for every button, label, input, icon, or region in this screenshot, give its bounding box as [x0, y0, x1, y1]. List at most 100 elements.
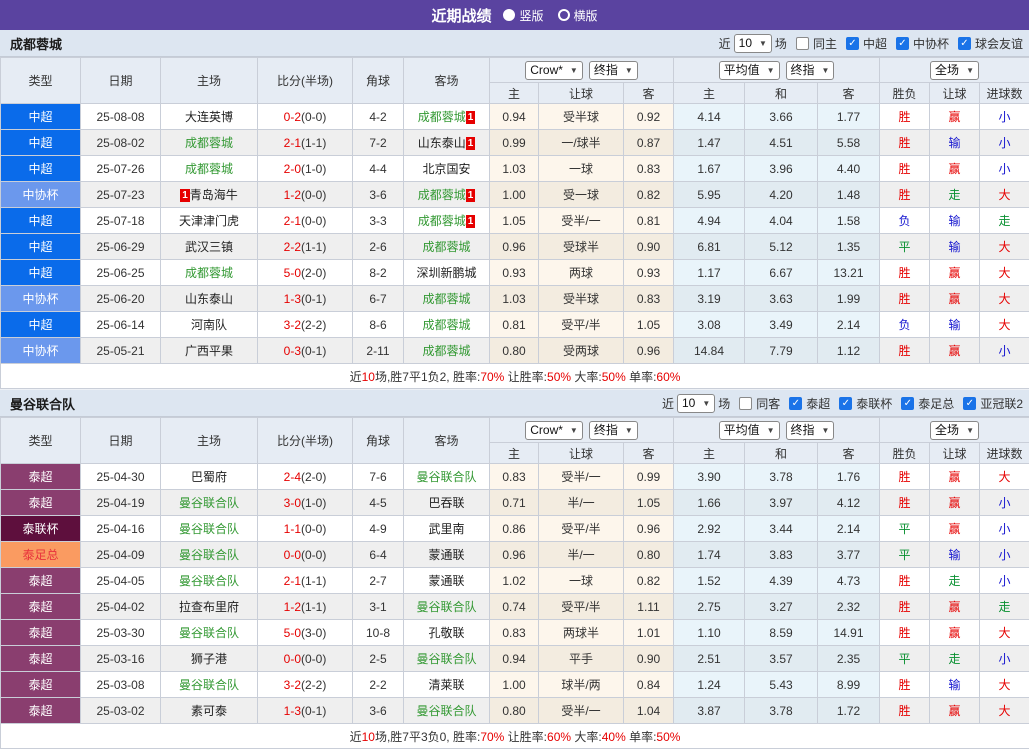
average-select[interactable]: 平均值▼ [719, 421, 780, 440]
team-section: 成都蓉城近10▼场同主✓中超✓中协杯✓球会友谊类型日期主场比分(半场)角球客场C… [0, 30, 1029, 390]
avg-stage-select[interactable]: 终指▼ [786, 421, 835, 440]
match-row: 中超25-08-02成都蓉城2-1(1-1)7-2山东泰山10.99一/球半0.… [1, 130, 1029, 156]
match-row: 中协杯25-05-21广西平果0-3(0-1)2-11成都蓉城0.80受两球0.… [1, 338, 1029, 364]
column-header: 让球 [930, 83, 980, 104]
halftime-score: (0-1) [301, 292, 326, 306]
team-label: 清莱联 [428, 678, 464, 692]
match-date: 25-03-30 [81, 620, 161, 646]
score-cell: 1-2(1-1) [258, 594, 353, 620]
match-row: 泰超25-04-02拉查布里府1-2(1-1)3-1曼谷联合队0.74受平/半1… [1, 594, 1029, 620]
avg-draw: 3.78 [745, 464, 818, 490]
away-team: 蒙通联 [404, 542, 490, 568]
corner-cell: 2-11 [353, 338, 404, 364]
corner-cell: 8-2 [353, 260, 404, 286]
match-count-select[interactable]: 10▼ [677, 394, 715, 413]
league-type-cell: 泰足总 [1, 542, 81, 568]
layout-radio-0[interactable]: 竖版 [503, 7, 543, 24]
odds-handicap: 受两球 [539, 338, 624, 364]
filter-checkbox-label: 中协杯 [913, 35, 949, 52]
match-count-select[interactable]: 10▼ [734, 34, 772, 53]
results-table: 类型日期主场比分(半场)角球客场Crow*▼终指▼平均值▼终指▼全场▼主让球客主… [0, 57, 1029, 389]
result-outcome: 胜 [880, 698, 930, 724]
filter-checkbox[interactable] [796, 37, 809, 50]
corner-cell: 10-8 [353, 620, 404, 646]
result-outcome: 胜 [880, 338, 930, 364]
chevron-down-icon: ▼ [966, 63, 974, 78]
bookmaker-select[interactable]: Crow*▼ [525, 421, 583, 440]
match-row: 中超25-07-18天津津门虎2-1(0-0)3-3成都蓉城11.05受半/一0… [1, 208, 1029, 234]
filter-checkbox[interactable]: ✓ [839, 397, 852, 410]
score-cell: 1-1(0-0) [258, 516, 353, 542]
select-value: Crow* [530, 423, 563, 438]
away-team: 成都蓉城1 [404, 208, 490, 234]
result-outcome: 胜 [880, 490, 930, 516]
avg-stage-select[interactable]: 终指▼ [786, 61, 835, 80]
filter-checkbox[interactable]: ✓ [846, 37, 859, 50]
avg-home: 1.52 [674, 568, 745, 594]
result-handicap: 走 [930, 646, 980, 672]
odds-away: 1.01 [624, 620, 674, 646]
league-type-cell: 泰超 [1, 672, 81, 698]
filter-checkbox[interactable]: ✓ [958, 37, 971, 50]
page-title: 近期战绩 [431, 5, 491, 26]
corner-cell: 7-6 [353, 464, 404, 490]
layout-radio-1[interactable]: 横版 [558, 7, 598, 24]
away-team: 成都蓉城1 [404, 182, 490, 208]
filter-checkbox[interactable]: ✓ [963, 397, 976, 410]
away-team: 北京国安 [404, 156, 490, 182]
avg-draw: 4.51 [745, 130, 818, 156]
filter-checkbox[interactable] [739, 397, 752, 410]
league-type-cell: 中超 [1, 234, 81, 260]
result-outcome: 胜 [880, 594, 930, 620]
match-date: 25-05-21 [81, 338, 161, 364]
odds-away: 0.82 [624, 182, 674, 208]
avg-away: 14.91 [818, 620, 880, 646]
match-row: 泰超25-04-30巴蜀府2-4(2-0)7-6曼谷联合队0.83受半/一0.9… [1, 464, 1029, 490]
filter-bar: 近10▼场同客✓泰超✓泰联杯✓泰足总✓亚冠联2 [662, 394, 1023, 413]
odds-stage-select[interactable]: 终指▼ [589, 421, 638, 440]
team-name: 曼谷联合队 [6, 394, 75, 413]
period-select[interactable]: 全场▼ [930, 421, 979, 440]
fulltime-score: 2-4 [284, 470, 301, 484]
odds-stage-select[interactable]: 终指▼ [589, 61, 638, 80]
home-team: 天津津门虎 [161, 208, 258, 234]
team-label: 巴蜀府 [191, 470, 227, 484]
match-row: 泰超25-03-08曼谷联合队3-2(2-2)2-2清莱联1.00球半/两0.8… [1, 672, 1029, 698]
halftime-score: (1-1) [301, 574, 326, 588]
bookmaker-select[interactable]: Crow*▼ [525, 61, 583, 80]
filter-checkbox[interactable]: ✓ [901, 397, 914, 410]
result-goals: 大 [980, 234, 1029, 260]
average-select[interactable]: 平均值▼ [719, 61, 780, 80]
away-team: 孔敬联 [404, 620, 490, 646]
result-handicap: 赢 [930, 286, 980, 312]
red-card-badge: 1 [466, 189, 476, 202]
odds-handicap: 受球半 [539, 234, 624, 260]
filter-checkbox[interactable]: ✓ [789, 397, 802, 410]
away-team: 武里南 [404, 516, 490, 542]
odds-home: 1.00 [490, 672, 539, 698]
match-row: 中超25-07-26成都蓉城2-0(1-0)4-4北京国安1.03一球0.831… [1, 156, 1029, 182]
match-date: 25-03-02 [81, 698, 161, 724]
filter-checkbox-label: 中超 [863, 35, 887, 52]
corner-cell: 6-7 [353, 286, 404, 312]
halftime-score: (0-0) [301, 214, 326, 228]
fulltime-score: 0-0 [284, 548, 301, 562]
column-header: 客 [624, 83, 674, 104]
result-handicap: 赢 [930, 698, 980, 724]
result-outcome: 胜 [880, 182, 930, 208]
summary-segment: 40% [602, 730, 626, 744]
result-outcome: 胜 [880, 620, 930, 646]
odds-away: 0.87 [624, 130, 674, 156]
team-label: 成都蓉城 [185, 162, 233, 176]
league-type-cell: 中超 [1, 104, 81, 130]
team-label: 成都蓉城 [418, 188, 466, 202]
period-select[interactable]: 全场▼ [930, 61, 979, 80]
filter-checkbox[interactable]: ✓ [896, 37, 909, 50]
team-label: 曼谷联合队 [416, 704, 476, 718]
match-date: 25-07-26 [81, 156, 161, 182]
odds-away: 1.05 [624, 312, 674, 338]
avg-away: 13.21 [818, 260, 880, 286]
away-team: 成都蓉城 [404, 234, 490, 260]
result-goals: 大 [980, 620, 1029, 646]
away-team: 曼谷联合队 [404, 698, 490, 724]
